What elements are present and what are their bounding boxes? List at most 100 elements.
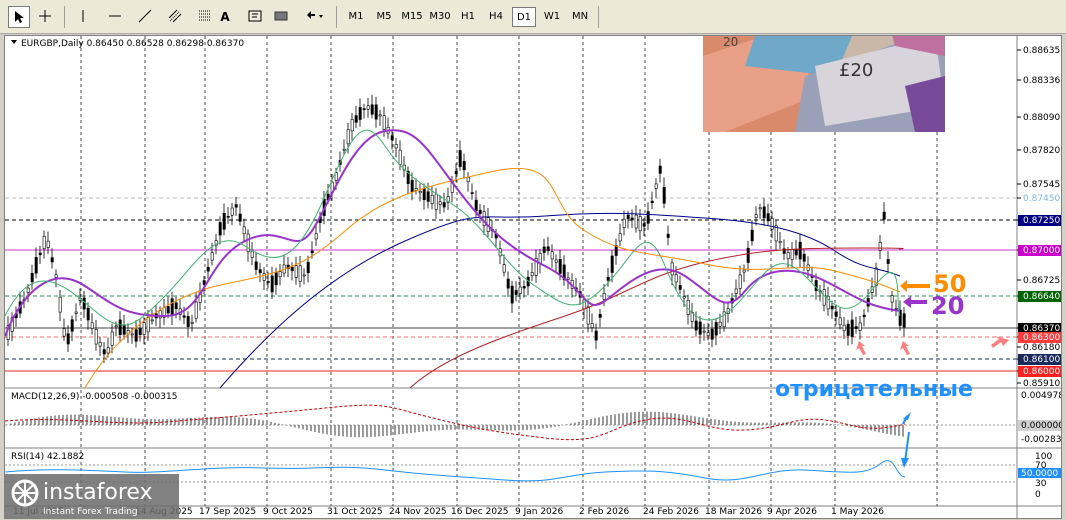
candle-body xyxy=(502,264,506,273)
label-tool-button[interactable] xyxy=(244,6,266,28)
fibonacci-icon xyxy=(199,10,211,21)
candle-body xyxy=(882,211,886,220)
timeframe-m30[interactable]: M30 xyxy=(428,7,452,27)
candle-body xyxy=(38,252,42,256)
candle-body xyxy=(114,325,118,328)
timeframe-m15[interactable]: M15 xyxy=(400,7,424,27)
cursor-icon xyxy=(15,11,24,23)
candle-body xyxy=(258,269,262,274)
candle-body xyxy=(146,317,150,333)
candle-body xyxy=(314,233,318,240)
candle-body xyxy=(62,328,66,337)
rsi-axis-30: 30 xyxy=(1035,479,1047,489)
price-axis-label: 0.88336 xyxy=(1023,76,1060,86)
chart-window[interactable]: 0.88635 0.88336 0.88090 0.87820 0.87545 0.874… xyxy=(4,35,1062,519)
candle-body xyxy=(106,347,110,354)
macd-axis-top: 0.004978 xyxy=(1021,391,1061,401)
candle-body xyxy=(554,259,558,263)
candle-body xyxy=(774,225,778,242)
candle-body xyxy=(634,214,638,229)
candle-body xyxy=(506,278,510,289)
text-tool-icon: A xyxy=(220,10,230,24)
candle-body xyxy=(290,266,294,271)
candle-body xyxy=(218,222,222,236)
timeframe-h4[interactable]: H4 xyxy=(484,7,508,27)
instaforex-watermark: instaforex Instant Forex Trading xyxy=(5,474,179,518)
candle-body xyxy=(878,242,882,251)
brand-text: instaforex xyxy=(43,480,153,505)
timeframe-d1[interactable]: D1 xyxy=(512,7,536,27)
candle-body xyxy=(846,323,850,336)
candle-body xyxy=(518,286,522,294)
negative-label: отрицательные xyxy=(775,377,973,402)
price-axis-label: 0.87250 xyxy=(1023,216,1060,226)
rectangle-tool-button[interactable] xyxy=(270,6,292,28)
trendline-button[interactable] xyxy=(134,6,156,28)
candle-body xyxy=(190,322,194,324)
candle-body xyxy=(586,306,590,325)
candle-body xyxy=(94,329,98,345)
arrows-tool-button[interactable] xyxy=(302,6,330,28)
chart-canvas: 0.88635 0.88336 0.88090 0.87820 0.87545 0.874… xyxy=(5,36,1061,518)
candle-body xyxy=(662,186,666,204)
candle-body xyxy=(430,194,434,204)
timeframe-m5[interactable]: M5 xyxy=(372,7,396,27)
svg-text:£20: £20 xyxy=(839,60,873,81)
candle-body xyxy=(894,308,898,310)
candle-body xyxy=(610,255,614,273)
price-axis-label: 0.85910 xyxy=(1023,379,1060,389)
candle-body xyxy=(298,265,302,282)
candle-body xyxy=(862,314,866,318)
candle-body xyxy=(422,188,426,201)
candle-body xyxy=(694,320,698,331)
macd-histogram xyxy=(6,411,904,438)
date-axis-label: 31 Oct 2025 xyxy=(327,507,383,517)
candle-body xyxy=(458,150,462,167)
candle-body xyxy=(710,328,714,340)
candle-body xyxy=(642,223,646,227)
candle-body xyxy=(762,206,766,219)
timeframe-mn[interactable]: MN xyxy=(568,7,592,27)
candle-body xyxy=(134,329,138,342)
candle-body xyxy=(902,313,906,328)
candle-body xyxy=(850,319,854,337)
candle-body xyxy=(650,200,654,204)
channel-button[interactable] xyxy=(164,6,186,28)
price-axis: 0.88635 0.88336 0.88090 0.87820 0.87545 0.874… xyxy=(1017,46,1061,389)
price-axis-label: 0.87820 xyxy=(1023,146,1060,156)
candle-body xyxy=(670,262,674,276)
candle-body xyxy=(186,316,190,327)
candle-body xyxy=(46,240,50,248)
label-icon xyxy=(248,10,262,22)
candle-body xyxy=(510,285,514,304)
fibonacci-button[interactable] xyxy=(194,6,216,28)
candle-body xyxy=(702,330,706,333)
candle-body xyxy=(418,191,422,194)
timeframe-w1[interactable]: W1 xyxy=(540,7,564,27)
candle-body xyxy=(358,107,362,120)
candle-body xyxy=(98,341,102,347)
date-axis-label: 2 Feb 2026 xyxy=(579,507,630,517)
date-axis-label: 17 Sep 2025 xyxy=(199,507,256,517)
horizontal-line-button[interactable] xyxy=(104,6,126,28)
candle-body xyxy=(522,286,526,289)
crosshair-tool-button[interactable] xyxy=(34,6,56,28)
text-tool-button[interactable]: A xyxy=(214,6,236,28)
candle-body xyxy=(590,323,594,328)
timeframe-h1[interactable]: H1 xyxy=(456,7,480,27)
candle-body xyxy=(594,330,598,341)
price-axis-label: 0.87545 xyxy=(1023,180,1060,190)
candle-body xyxy=(274,272,278,286)
cursor-tool-button[interactable] xyxy=(8,6,30,28)
candle-body xyxy=(858,322,862,331)
candle-body xyxy=(306,261,310,274)
candle-body xyxy=(50,257,54,263)
timeframe-m1[interactable]: M1 xyxy=(344,7,368,27)
candle-body xyxy=(566,277,570,280)
candle-body xyxy=(170,298,174,316)
candle-body xyxy=(606,277,610,281)
down-arrow-icon xyxy=(901,458,909,468)
candle-body xyxy=(622,218,626,228)
rsi-axis-0: 0 xyxy=(1035,490,1041,500)
vertical-line-button[interactable] xyxy=(72,6,94,28)
